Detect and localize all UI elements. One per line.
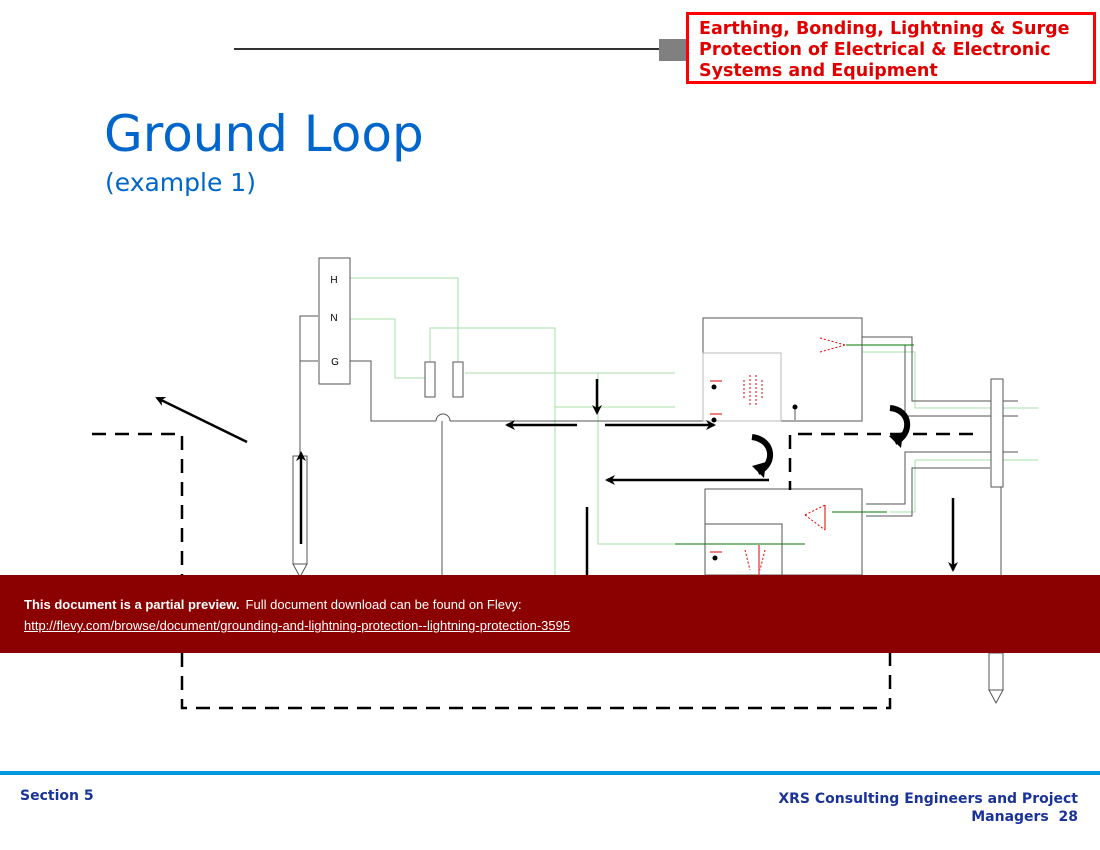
footer-company: XRS Consulting Engineers and Project Man… <box>758 790 1078 826</box>
footer-rule <box>0 771 1100 775</box>
equipment-box-2 <box>704 488 863 576</box>
page-number: 28 <box>1058 809 1078 825</box>
footer-company-name: XRS Consulting Engineers and Project Man… <box>778 791 1078 825</box>
panel-label-n: N <box>330 313 337 324</box>
curved-arrow-heads <box>752 432 903 478</box>
green-signal-wires <box>675 344 914 545</box>
green-wires <box>350 277 1038 575</box>
preview-banner: This document is a partial preview. Full … <box>0 575 1100 653</box>
preview-notice-text: Full document download can be found on F… <box>245 597 522 612</box>
ground-wires <box>299 315 1018 575</box>
panel-label-g: G <box>331 357 339 368</box>
ground-loop-dashed-path <box>92 432 973 710</box>
flevy-document-link[interactable]: http://flevy.com/browse/document/groundi… <box>24 618 570 633</box>
ground-bus-bar <box>990 378 1004 488</box>
curved-arrows <box>751 405 911 475</box>
panel-label-h: H <box>330 275 337 286</box>
outlet-contacts <box>424 361 464 398</box>
preview-notice: This document is a partial preview. Full … <box>24 597 522 612</box>
electrical-panel: H N G <box>318 257 351 385</box>
ground-rod-right <box>988 652 1004 705</box>
preview-notice-bold: This document is a partial preview. <box>24 597 240 612</box>
equipment-box-1 <box>702 317 863 423</box>
ground-loop-diagram: H N G <box>92 257 1038 710</box>
footer-section: Section 5 <box>20 788 94 804</box>
